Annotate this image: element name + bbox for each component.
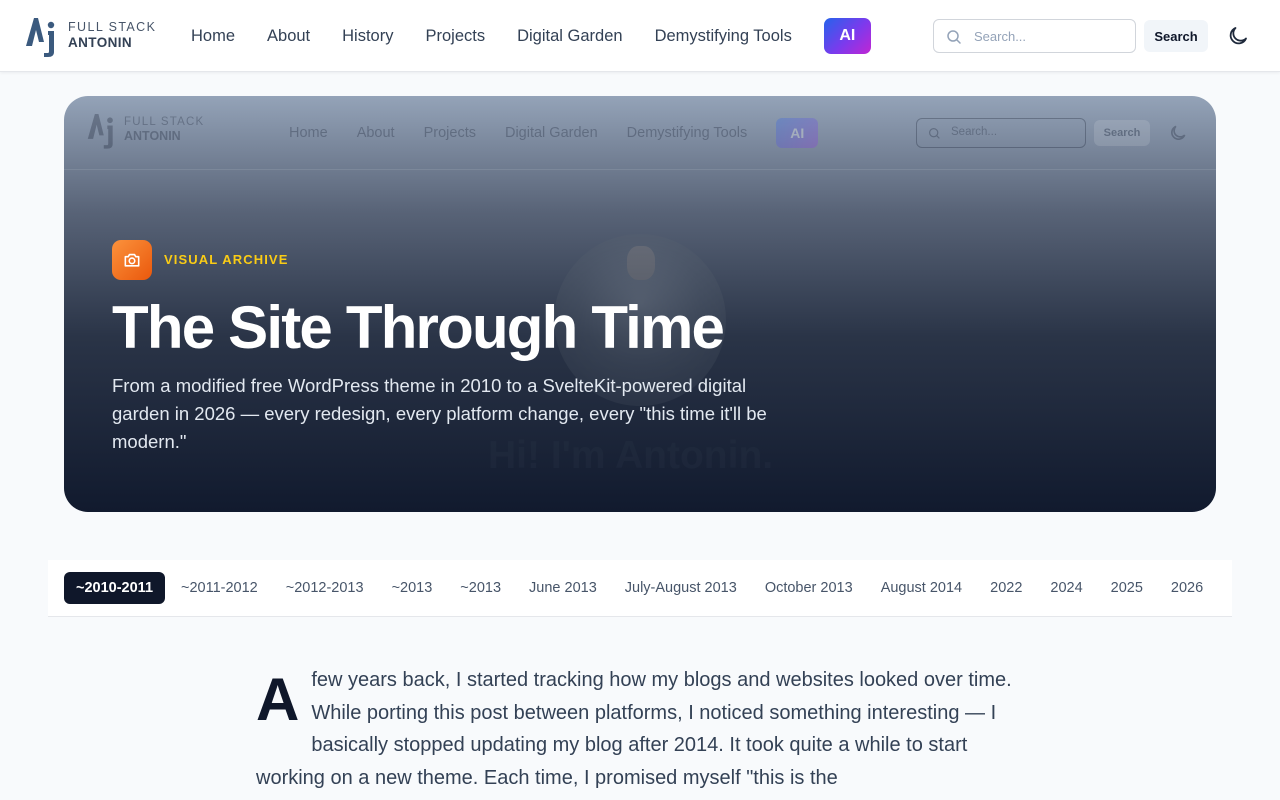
timeline-tab[interactable]: ~2013 <box>380 572 445 604</box>
ghost-nav: Home About Projects Digital Garden Demys… <box>289 96 819 170</box>
ghost-nav-item: Digital Garden <box>504 125 598 141</box>
ghost-nav-item: About <box>356 125 395 141</box>
timeline-tab[interactable]: ~2011-2012 <box>169 572 270 604</box>
logo-line-2: ANTONIN <box>68 35 133 51</box>
ghost-search-button: Search <box>1094 120 1150 146</box>
camera-badge <box>112 240 152 280</box>
nav-demystifying-tools[interactable]: Demystifying Tools <box>655 27 792 46</box>
page-title: The Site Through Time <box>112 294 725 361</box>
main-nav: Home About History Projects Digital Gard… <box>191 0 871 72</box>
timeline-tabs-row: ~2010-2011 ~2011-2012 ~2012-2013 ~2013 ~2013… <box>64 572 1219 604</box>
timeline-tab[interactable]: October 2013 <box>753 572 865 604</box>
drop-cap: A <box>256 666 300 733</box>
nav-digital-garden[interactable]: Digital Garden <box>517 27 622 46</box>
ghost-nav-item: Home <box>289 125 328 141</box>
camera-icon <box>124 253 140 267</box>
hero-banner: FULL STACK ANTONIN Home About Projects D… <box>64 96 1216 512</box>
timeline-tab[interactable]: 2022 <box>978 572 1034 604</box>
ghost-moon-icon <box>1171 125 1186 140</box>
timeline-tab[interactable]: ~2012-2013 <box>274 572 376 604</box>
ghost-search-placeholder: Search... <box>951 126 998 138</box>
ghost-nav-item: Demystifying Tools <box>626 125 748 141</box>
ghost-logo-line-2: ANTONIN <box>124 129 181 144</box>
search-button[interactable]: Search <box>1144 20 1208 52</box>
nav-home[interactable]: Home <box>191 27 235 46</box>
search-icon <box>947 30 961 44</box>
article-body: A few years back, I started tracking how… <box>256 664 1026 794</box>
search-field[interactable] <box>933 19 1136 53</box>
timeline-tab[interactable]: 2026 <box>1159 572 1215 604</box>
site-header: FULL STACK ANTONIN Home About History Pr… <box>0 0 1280 72</box>
timeline-tab[interactable]: ~2010-2011 <box>64 572 166 604</box>
timeline-tab[interactable]: July-August 2013 <box>613 572 749 604</box>
timeline-tab[interactable]: 2024 <box>1038 572 1094 604</box>
nav-ai-button[interactable]: AI <box>823 18 871 54</box>
search-input[interactable] <box>974 26 1124 46</box>
ghost-avatar-face <box>627 246 655 280</box>
site-logo[interactable]: FULL STACK ANTONIN <box>24 14 156 58</box>
hero-description: From a modified free WordPress theme in … <box>112 375 767 452</box>
ghost-logo-icon <box>87 114 113 149</box>
timeline-tab[interactable]: ~2013 <box>448 572 513 604</box>
moon-icon[interactable] <box>1226 24 1250 48</box>
logo-line-1: FULL STACK <box>68 20 157 35</box>
timeline-tab[interactable]: June 2013 <box>517 572 609 604</box>
ghost-nav-item: Projects <box>423 125 476 141</box>
logo-mark-icon <box>26 18 55 57</box>
ghost-logo-line-1: FULL STACK <box>124 115 205 128</box>
timeline-tab[interactable]: August 2014 <box>869 572 974 604</box>
ghost-ai-button: AI <box>776 118 819 148</box>
ghost-logo: FULL STACK ANTONIN <box>86 110 204 150</box>
hero-eyebrow: VISUAL ARCHIVE <box>164 252 289 267</box>
article-intro-text: few years back, I started tracking how m… <box>256 669 1012 789</box>
ghost-search: Search... <box>916 118 1086 148</box>
nav-projects[interactable]: Projects <box>425 27 485 46</box>
timeline-tabs: ~2010-2011 ~2011-2012 ~2012-2013 ~2013 ~2013… <box>48 560 1232 617</box>
nav-about[interactable]: About <box>267 27 310 46</box>
timeline-tab[interactable]: 2025 <box>1099 572 1155 604</box>
ghost-search-icon <box>929 128 940 139</box>
nav-history[interactable]: History <box>342 27 393 46</box>
